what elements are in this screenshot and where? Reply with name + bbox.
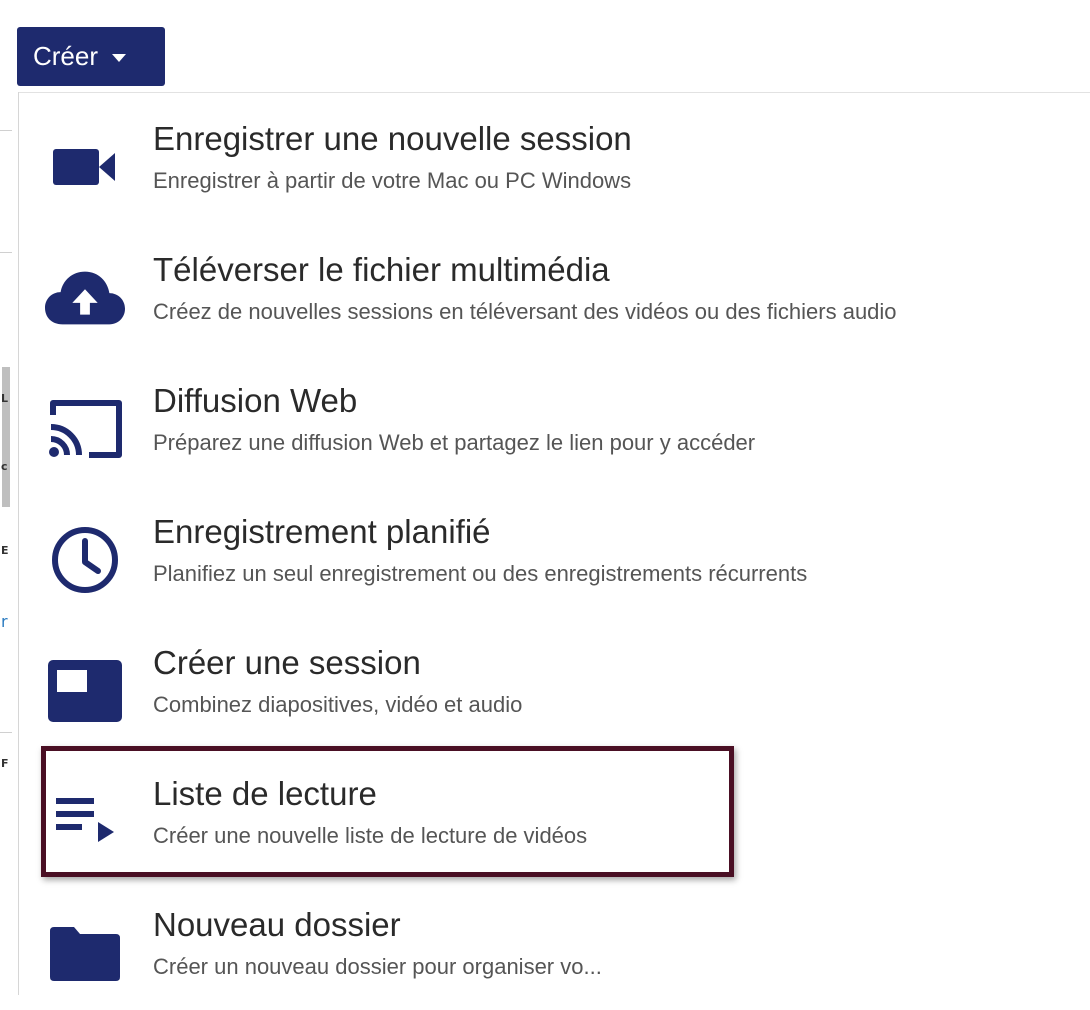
cloud-upload-icon — [45, 258, 125, 338]
divider — [0, 252, 12, 253]
divider — [0, 130, 12, 131]
menu-item-title: Enregistrer une nouvelle session — [153, 120, 632, 157]
folder-icon — [45, 913, 125, 993]
top-bar: Créer — [0, 0, 1090, 93]
menu-item-create-session[interactable]: Créer une session Combinez diapositives,… — [19, 617, 1090, 748]
create-dropdown-button[interactable]: Créer — [17, 27, 165, 86]
background-text-fragment: L — [1, 392, 9, 405]
menu-item-description: Préparez une diffusion Web et partagez l… — [153, 430, 756, 455]
background-thumbnail — [2, 367, 10, 507]
background-link-fragment: r — [1, 612, 8, 631]
video-camera-icon — [45, 127, 125, 207]
menu-item-title: Diffusion Web — [153, 382, 358, 419]
menu-item-title: Créer une session — [153, 644, 421, 681]
menu-item-title: Enregistrement planifié — [153, 513, 491, 550]
background-text-fragment: E — [1, 544, 9, 557]
menu-item-title: Nouveau dossier — [153, 906, 401, 943]
caret-down-icon — [112, 53, 127, 62]
menu-item-webcast[interactable]: Diffusion Web Préparez une diffusion Web… — [19, 355, 1090, 486]
menu-item-description: Enregistrer à partir de votre Mac ou PC … — [153, 168, 632, 193]
playlist-highlight-frame — [41, 746, 734, 877]
create-button-label: Créer — [33, 41, 99, 71]
menu-item-record-session[interactable]: Enregistrer une nouvelle session Enregis… — [19, 93, 1090, 224]
menu-item-description: Créez de nouvelles sessions en téléversa… — [153, 299, 897, 324]
clock-icon — [45, 520, 125, 600]
menu-item-scheduled-recording[interactable]: Enregistrement planifié Planifiez un seu… — [19, 486, 1090, 617]
menu-item-new-folder[interactable]: Nouveau dossier Créer un nouveau dossier… — [19, 879, 1090, 1010]
menu-item-description: Combinez diapositives, vidéo et audio — [153, 692, 523, 717]
cast-icon — [45, 389, 125, 469]
session-window-icon — [45, 651, 125, 731]
background-text-fragment: c — [1, 460, 8, 473]
menu-item-description: Créer un nouveau dossier pour organiser … — [153, 954, 602, 979]
background-text-fragment: F — [1, 757, 9, 770]
menu-item-description: Planifiez un seul enregistrement ou des … — [153, 561, 808, 586]
divider — [0, 732, 12, 733]
menu-item-upload-media[interactable]: Téléverser le fichier multimédia Créez d… — [19, 224, 1090, 355]
menu-item-title: Téléverser le fichier multimédia — [153, 251, 610, 288]
background-page-edge: L c E r F — [0, 92, 19, 995]
